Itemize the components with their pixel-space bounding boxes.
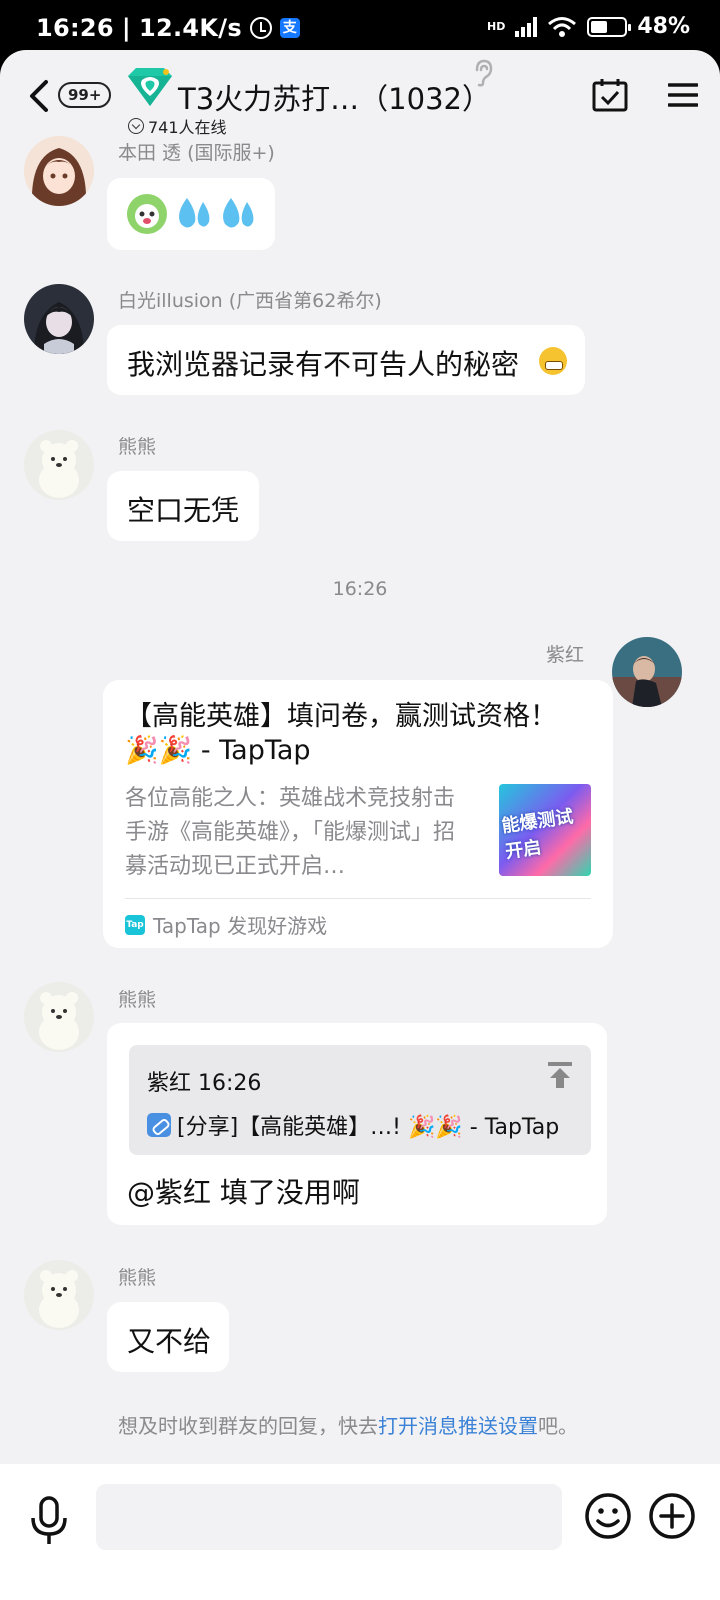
menu-icon[interactable]	[668, 82, 698, 108]
card-thumbnail: 能爆测试开启	[499, 784, 591, 876]
jump-to-top-icon[interactable]	[547, 1061, 573, 1089]
group-level-diamond-icon	[128, 68, 172, 106]
quoted-message[interactable]: 紫红 16:26 [分享]【高能英雄】…! 🎉🎉 - TapTap	[129, 1045, 591, 1155]
status-right: HD 48%	[487, 14, 690, 39]
time-divider: 16:26	[332, 578, 388, 600]
network-type: HD	[486, 20, 506, 33]
avatar[interactable]	[24, 136, 94, 206]
sender-name: 熊熊	[118, 989, 157, 1011]
card-title: 【高能英雄】填问卷，赢测试资格！🎉🎉 - TapTap	[125, 701, 557, 766]
push-settings-link[interactable]: 打开消息推送设置	[378, 1414, 538, 1438]
sender-name: 本田 透 (国际服+)	[118, 142, 275, 164]
push-settings-notice: 想及时收到群友的回复，快去打开消息推送设置吧。	[118, 1410, 578, 1439]
chevron-down-icon	[128, 118, 144, 134]
message-text: @紫红 填了没用啊	[127, 1176, 360, 1209]
alipay-icon: 支	[279, 18, 300, 38]
plus-icon[interactable]	[648, 1492, 696, 1540]
status-time: 16:26	[36, 14, 114, 42]
card-thumbnail-text: 能爆测试开启	[500, 806, 575, 863]
avatar[interactable]	[24, 284, 94, 354]
online-count: 741人在线	[148, 118, 227, 137]
wifi-icon	[548, 16, 577, 37]
sender-name: 熊熊	[118, 1267, 157, 1289]
message-bubble[interactable]: 又不给	[107, 1302, 229, 1372]
notice-prefix: 想及时收到群友的回复，快去	[118, 1414, 378, 1438]
status-speed: 12.4K/s	[138, 14, 242, 42]
chat-screen: 99+ T3火力苏打…（1032） 741人在线 本田 透 (国际服+) 白光i…	[0, 50, 720, 1600]
battery-level: 48%	[637, 14, 690, 39]
signal-icon	[515, 16, 538, 37]
notice-suffix: 吧。	[538, 1414, 578, 1438]
calendar-check-icon[interactable]	[592, 78, 628, 112]
card-description: 各位高能之人：英雄战术竞技射击手游《高能英雄》，「能爆测试」招募活动现已正式开启…	[125, 786, 456, 879]
card-divider	[125, 898, 591, 899]
quote-header: 紫红 16:26	[147, 1071, 262, 1096]
sender-name: 白光illusion (广西省第62希尔)	[118, 290, 382, 312]
unread-badge[interactable]: 99+	[58, 82, 112, 108]
avatar[interactable]	[24, 982, 94, 1052]
sender-name: 熊熊	[118, 436, 157, 458]
link-card[interactable]: 【高能英雄】填问卷，赢测试资格！🎉🎉 - TapTap 各位高能之人：英雄战术竞…	[103, 680, 613, 948]
message-text: 我浏览器记录有不可告人的秘密	[127, 348, 520, 381]
alarm-icon	[249, 17, 272, 39]
ear-icon[interactable]	[470, 58, 496, 88]
sender-name: 紫红	[546, 644, 585, 666]
card-source: Tap TapTap 发现好游戏	[125, 910, 327, 939]
input-bar	[0, 1464, 720, 1600]
status-left: 16:26 | 12.4K/s 支	[36, 14, 300, 42]
message-text: 空口无凭	[127, 494, 240, 527]
emoji-icon[interactable]	[584, 1492, 632, 1540]
online-indicator[interactable]: 741人在线	[128, 114, 227, 138]
message-bubble[interactable]: 我浏览器记录有不可告人的秘密	[107, 325, 585, 395]
group-title[interactable]: T3火力苏打…（1032）	[178, 76, 491, 118]
message-bubble[interactable]: 空口无凭	[107, 471, 259, 541]
message-bubble[interactable]	[107, 178, 275, 250]
microphone-icon[interactable]	[30, 1496, 68, 1546]
back-arrow-icon[interactable]	[26, 78, 56, 114]
chat-header: 99+ T3火力苏打…（1032） 741人在线	[0, 50, 720, 140]
emoji-sticker-icon	[127, 194, 254, 234]
link-icon	[147, 1113, 171, 1137]
quote-body: [分享]【高能英雄】…! 🎉🎉 - TapTap	[147, 1109, 559, 1141]
avatar[interactable]	[612, 637, 682, 707]
quote-text: [分享]【高能英雄】…! 🎉🎉 - TapTap	[177, 1115, 560, 1140]
reply-bubble[interactable]: 紫红 16:26 [分享]【高能英雄】…! 🎉🎉 - TapTap @紫红 填了…	[107, 1023, 607, 1225]
message-input[interactable]	[96, 1484, 562, 1550]
card-source-label: TapTap 发现好游戏	[153, 914, 328, 938]
battery-icon	[587, 16, 632, 37]
avatar[interactable]	[24, 1260, 94, 1330]
grin-emoji-icon	[539, 347, 567, 375]
avatar[interactable]	[24, 430, 94, 500]
message-text: 又不给	[127, 1325, 212, 1358]
status-separator: |	[121, 14, 131, 42]
taptap-icon: Tap	[125, 914, 145, 935]
